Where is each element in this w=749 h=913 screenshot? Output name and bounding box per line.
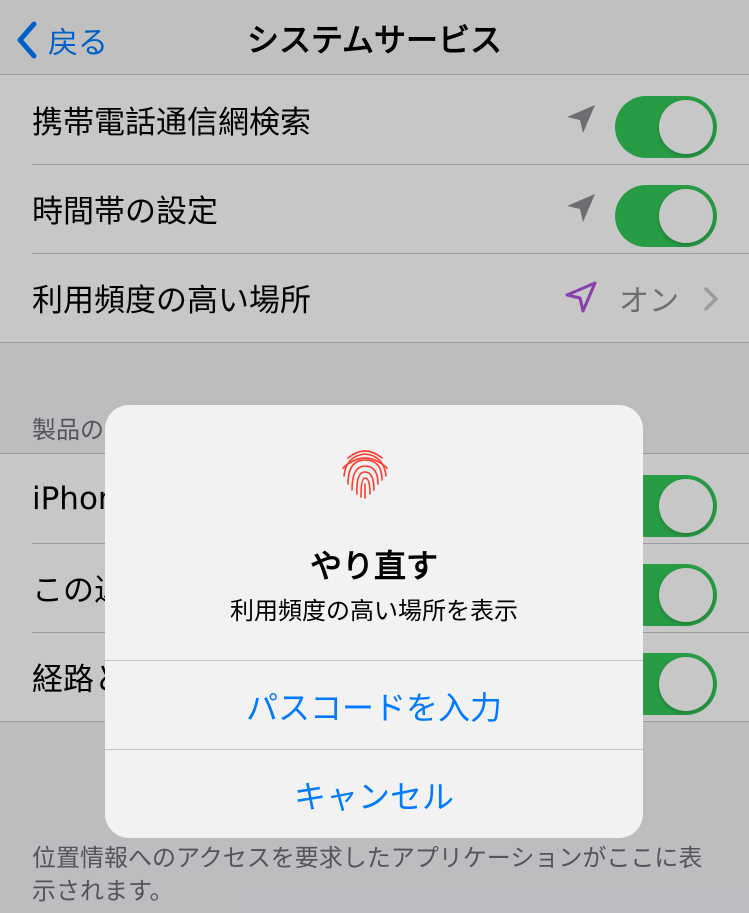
alert-title: やり直す bbox=[309, 547, 438, 585]
touch-id-alert: やり直す 利用頻度の高い場所を表示 パスコードを入力 キャンセル bbox=[105, 405, 643, 838]
fingerprint-icon bbox=[342, 450, 388, 499]
alert-message: 利用頻度の高い場所を表示 bbox=[230, 597, 518, 625]
enter-passcode-button[interactable]: パスコードを入力 bbox=[105, 660, 643, 750]
cancel-button[interactable]: キャンセル bbox=[105, 749, 643, 838]
